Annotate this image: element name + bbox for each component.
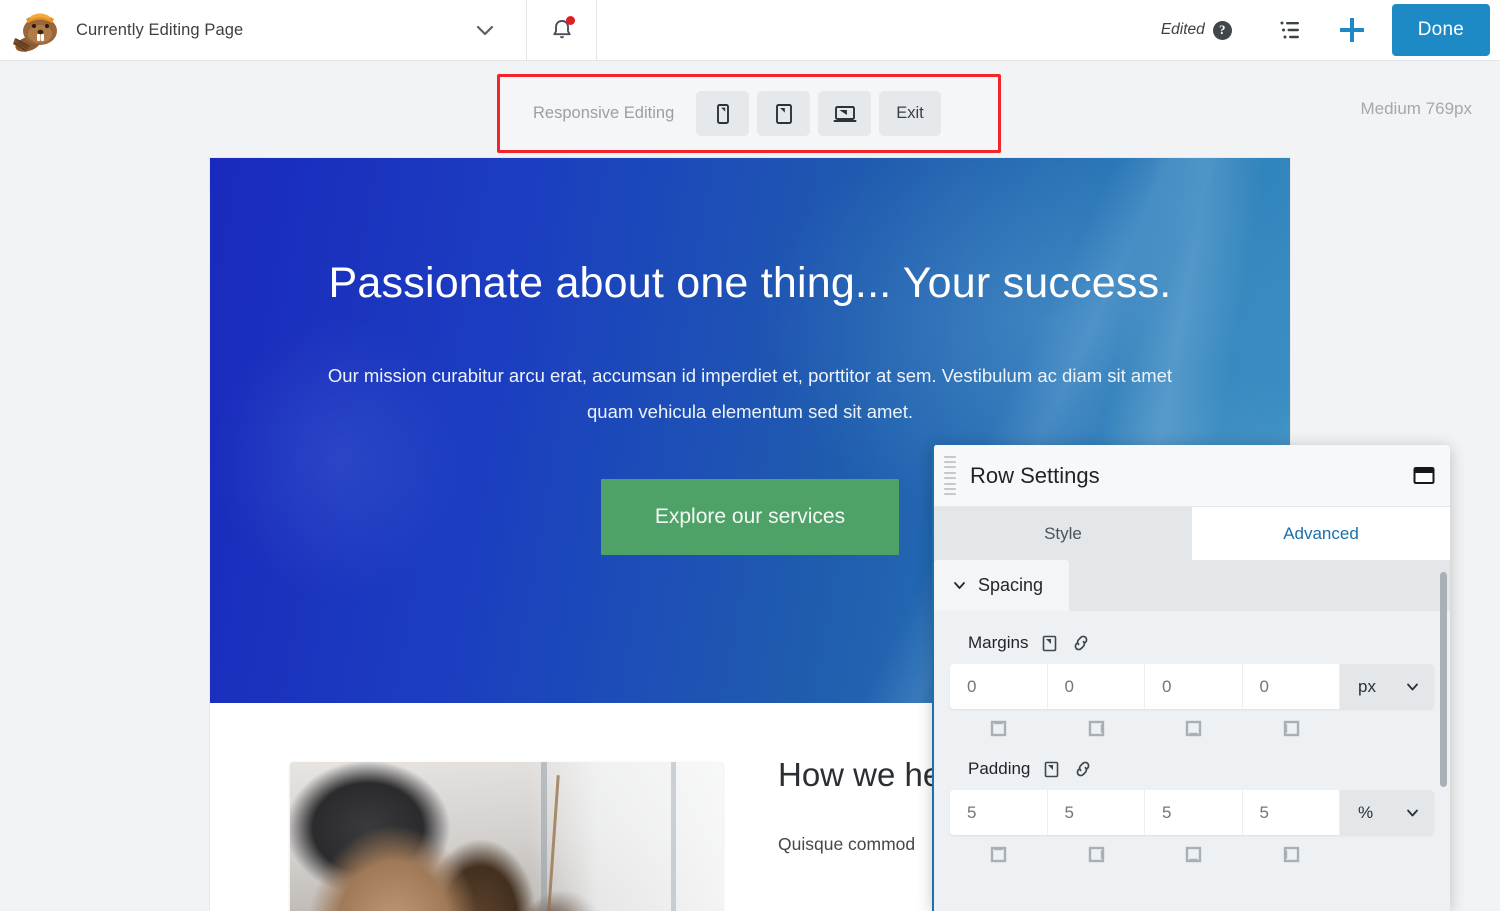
edited-status: Edited ? [1160,20,1232,40]
margins-label-row: Margins [948,611,1436,664]
done-button[interactable]: Done [1391,4,1490,56]
tab-advanced[interactable]: Advanced [1192,507,1450,560]
side-right-icon[interactable] [1048,720,1146,737]
margin-right-input[interactable] [1047,664,1145,709]
side-bottom-icon[interactable] [1145,720,1243,737]
padding-label: Padding [968,759,1031,778]
mobile-icon [712,102,734,126]
spacing-section-toggle[interactable]: Spacing [934,560,1070,611]
chevron-down-icon [1405,805,1420,820]
side-top-icon[interactable] [950,846,1048,863]
photo-frame-bar-2 [671,762,677,911]
app-root: Passionate about one thing... Your succe… [0,0,1500,911]
margins-side-icons [950,720,1434,737]
margin-bottom-input[interactable] [1145,664,1243,709]
window-mode-icon[interactable] [1412,465,1436,487]
side-bottom-icon[interactable] [1145,846,1243,863]
tab-style[interactable]: Style [934,507,1192,560]
margin-left-input[interactable] [1242,664,1340,709]
notification-dot [566,15,575,25]
link-icon[interactable] [1071,634,1091,652]
margins-inputs: px [950,664,1434,709]
exit-responsive-button[interactable]: Exit [879,91,941,136]
responsive-editing-label: Responsive Editing [533,104,675,122]
margin-top-input[interactable] [950,664,1048,709]
hero-paragraph: Our mission curabitur arcu erat, accumsa… [327,364,1173,422]
padding-label-row: Padding [948,737,1436,790]
margins-unit-select[interactable]: px [1340,664,1434,709]
side-top-icon[interactable] [950,720,1048,737]
padding-inputs: % [950,790,1434,835]
responsive-editing-highlight: Responsive Editing Exit [497,74,1001,153]
padding-side-icons [950,846,1434,863]
chevron-down-icon [1405,679,1420,694]
drag-handle[interactable] [944,455,956,496]
plus-icon[interactable] [1330,8,1374,52]
hero-heading: Passionate about one thing... Your succe… [328,259,1172,307]
padding-unit-select[interactable]: % [1340,790,1434,835]
padding-top-input[interactable] [950,790,1048,835]
side-left-icon[interactable] [1243,720,1341,737]
chevron-down-icon [952,578,967,593]
padding-right-input[interactable] [1047,790,1145,835]
toolbar-right-group: Edited ? Done [1161,0,1500,61]
responsive-corner-icon[interactable] [1043,761,1060,778]
link-icon[interactable] [1073,760,1093,778]
tablet-icon [772,102,796,126]
side-right-icon[interactable] [1048,846,1146,863]
breakpoint-label: Medium 769px [1360,99,1472,118]
panel-scrollbar[interactable] [1440,572,1447,787]
desktop-icon [831,102,859,126]
row-settings-panel: Row Settings Style Advanced Spacing Marg… [932,445,1450,911]
panel-header: Row Settings [934,445,1450,507]
panel-title: Row Settings [970,462,1100,488]
side-icons-spacer [1340,720,1434,737]
panel-tabs: Style Advanced [934,507,1450,560]
padding-bottom-input[interactable] [1145,790,1243,835]
mobile-view-button[interactable] [696,91,750,136]
margins-label: Margins [968,633,1029,652]
panel-body: Spacing Margins 0 0 0 0 px Padding 5 5 5… [934,560,1450,911]
office-team-photo [290,762,723,911]
explore-services-button[interactable]: Explore our services [600,478,900,555]
spacing-section-label: Spacing [978,575,1044,595]
desktop-view-button[interactable] [818,91,872,136]
beaver-logo[interactable] [10,2,66,58]
edited-label: Edited [1160,21,1205,38]
padding-left-input[interactable] [1242,790,1340,835]
section-header-row: Spacing [934,560,1450,611]
builder-toolbar: Currently Editing Page Edited ? Done [0,0,1500,61]
responsive-corner-icon[interactable] [1041,635,1058,652]
margins-unit-value: px [1358,676,1376,696]
padding-unit-value: % [1358,802,1374,822]
responsive-editing-bar: Responsive Editing Exit [500,77,998,150]
question-mark-icon[interactable]: ? [1212,20,1232,40]
page-title: Currently Editing Page [76,20,244,39]
side-icons-spacer [1340,846,1434,863]
padding-field-block: Padding 5 5 5 5 % [934,737,1450,863]
chevron-down-icon[interactable] [472,17,498,43]
outline-list-icon[interactable] [1268,8,1312,52]
margins-field-block: Margins 0 0 0 0 px [934,611,1450,737]
tablet-view-button[interactable] [757,91,811,136]
side-left-icon[interactable] [1243,846,1341,863]
toolbar-left-group: Currently Editing Page [0,0,527,61]
notification-bell-icon[interactable] [527,0,597,61]
photo-frame-bar [541,762,548,911]
